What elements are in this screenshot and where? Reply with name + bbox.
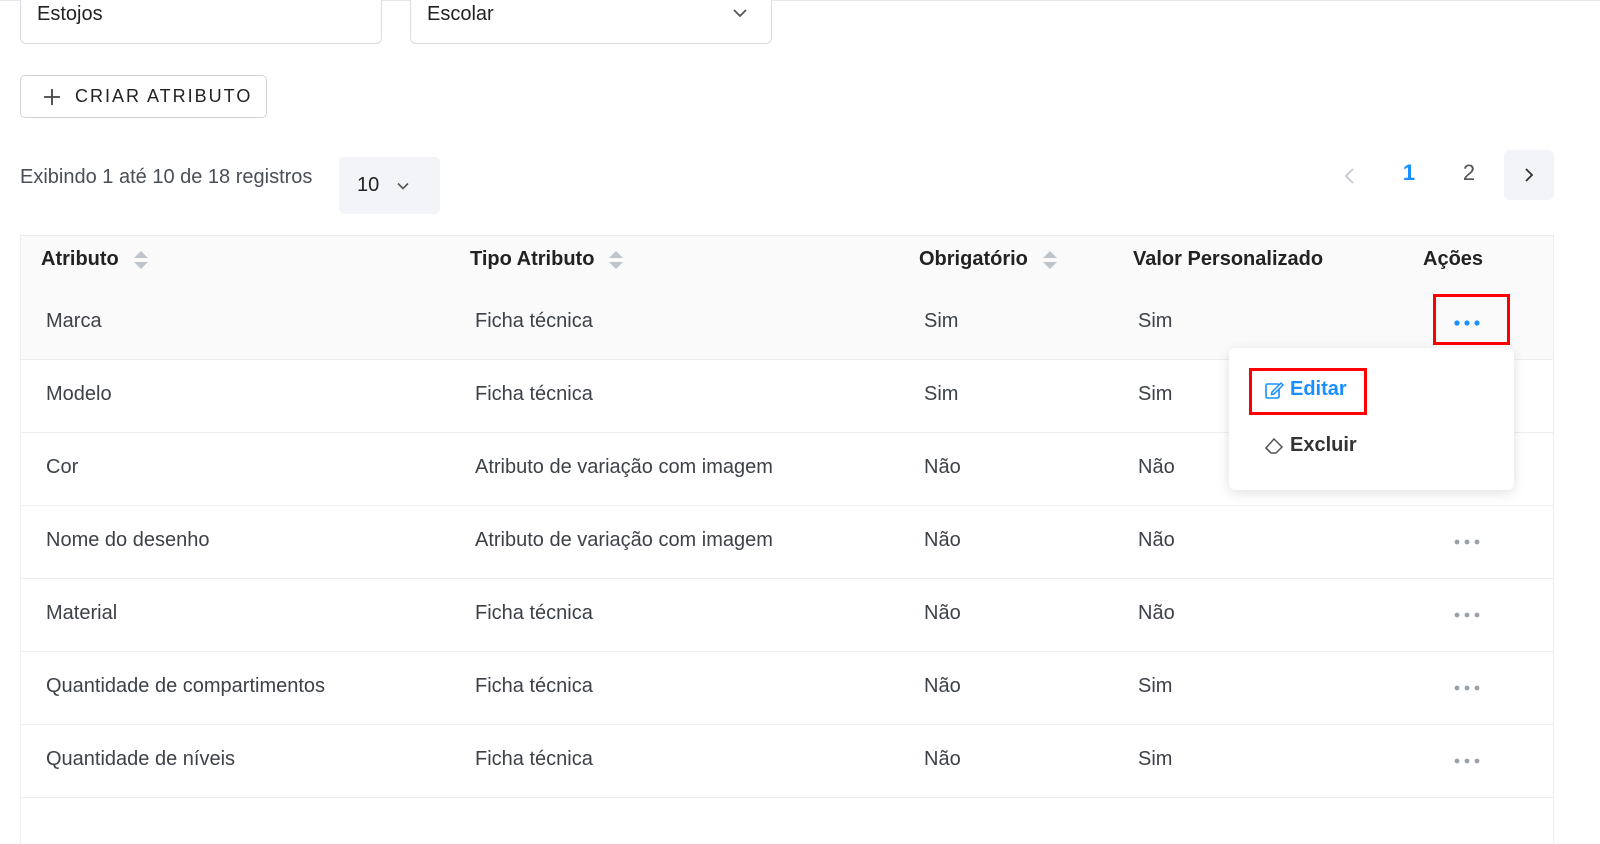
page-size-select[interactable]: 10 [339, 157, 440, 214]
cell-type: Ficha técnica [475, 383, 593, 405]
cell-attribute: Material [46, 602, 118, 624]
ellipsis-icon [1454, 758, 1480, 764]
cell-type: Ficha técnica [475, 748, 593, 770]
cell-type: Atributo de variação com imagem [475, 529, 773, 551]
table-row: Nome do desenho Atributo de variação com… [21, 506, 1553, 579]
segment-select[interactable]: Escolar [410, 0, 772, 44]
cell-attribute: Nome do desenho [46, 529, 210, 551]
edit-label: Editar [1290, 378, 1347, 400]
ellipsis-icon [1454, 539, 1480, 545]
segment-value: Escolar [427, 3, 494, 25]
cell-attribute: Marca [46, 310, 102, 332]
create-attribute-label: CRIAR ATRIBUTO [75, 86, 253, 106]
sort-icon [1042, 250, 1057, 269]
cell-attribute: Cor [46, 456, 79, 478]
chevron-down-icon [733, 9, 747, 18]
chevron-down-icon [397, 182, 409, 190]
ellipsis-icon [1454, 320, 1480, 326]
category-field[interactable]: Estojos [20, 0, 382, 44]
table-row: Material Ficha técnica Não Não [21, 579, 1553, 652]
attributes-table: Atributo Tipo Atributo Obrigatório Valor… [20, 235, 1554, 844]
row-actions-button[interactable] [1447, 747, 1487, 775]
cell-custom-value: Não [1138, 602, 1175, 624]
eraser-icon [1264, 437, 1284, 454]
cell-type: Atributo de variação com imagem [475, 456, 773, 478]
cell-custom-value: Sim [1138, 383, 1173, 405]
cell-attribute: Modelo [46, 383, 112, 405]
ellipsis-icon [1454, 685, 1480, 691]
cell-required: Não [924, 456, 961, 478]
cell-required: Não [924, 602, 961, 624]
ellipsis-icon [1454, 612, 1480, 618]
plus-icon [44, 88, 60, 105]
cell-required: Não [924, 529, 961, 551]
header-type[interactable]: Tipo Atributo [470, 248, 624, 271]
cell-type: Ficha técnica [475, 310, 593, 332]
sort-icon [133, 250, 148, 269]
cell-required: Sim [924, 383, 959, 405]
cell-custom-value: Não [1138, 456, 1175, 478]
cell-custom-value: Não [1138, 529, 1175, 551]
cell-attribute: Quantidade de níveis [46, 748, 236, 770]
cell-custom-value: Sim [1138, 310, 1173, 332]
cell-attribute: Quantidade de compartimentos [46, 675, 326, 697]
table-row: Quantidade de compartimentos Ficha técni… [21, 652, 1553, 725]
chevron-right-icon [1525, 168, 1534, 182]
category-value: Estojos [37, 3, 103, 25]
cell-custom-value: Sim [1138, 748, 1173, 770]
row-actions-button[interactable] [1447, 528, 1487, 556]
page-2[interactable]: 2 [1454, 160, 1484, 186]
create-attribute-button[interactable]: CRIAR ATRIBUTO [20, 75, 267, 118]
table-header: Atributo Tipo Atributo Obrigatório Valor… [21, 236, 1553, 288]
edit-menu-item[interactable]: Editar [1264, 378, 1347, 401]
edit-icon [1265, 381, 1284, 399]
cell-required: Sim [924, 310, 959, 332]
page-size-value: 10 [357, 174, 380, 196]
records-summary: Exibindo 1 até 10 de 18 registros [20, 166, 313, 188]
row-actions-menu: Editar Excluir [1229, 348, 1514, 490]
delete-menu-item[interactable]: Excluir [1264, 434, 1357, 457]
cell-required: Não [924, 675, 961, 697]
header-actions: Ações [1423, 248, 1484, 270]
row-actions-button[interactable] [1447, 601, 1487, 629]
header-required[interactable]: Obrigatório [919, 248, 1058, 271]
cell-type: Ficha técnica [475, 675, 593, 697]
row-actions-button[interactable] [1447, 309, 1487, 337]
cell-required: Não [924, 748, 961, 770]
header-custom-value: Valor Personalizado [1133, 248, 1324, 270]
previous-page-icon[interactable] [1336, 162, 1364, 190]
page-1[interactable]: 1 [1394, 160, 1424, 186]
row-actions-button[interactable] [1447, 674, 1487, 702]
header-attribute[interactable]: Atributo [41, 248, 149, 271]
next-page-button[interactable] [1504, 150, 1554, 200]
cell-type: Ficha técnica [475, 602, 593, 624]
cell-custom-value: Sim [1138, 675, 1173, 697]
sort-icon [609, 250, 624, 269]
delete-label: Excluir [1290, 434, 1357, 456]
table-row: Quantidade de níveis Ficha técnica Não S… [21, 725, 1553, 798]
